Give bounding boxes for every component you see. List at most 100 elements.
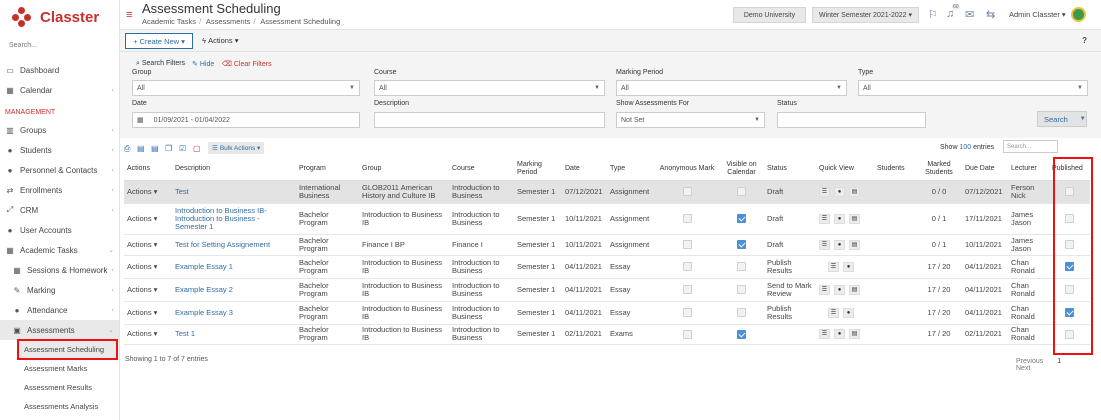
row-description-link[interactable]: Test <box>172 180 296 204</box>
breadcrumb-item[interactable]: Academic Tasks <box>142 17 196 26</box>
details-icon[interactable]: ▤ <box>849 186 860 197</box>
entries-count[interactable]: 100 <box>959 144 971 151</box>
page-1-button[interactable]: 1 <box>1057 358 1061 365</box>
sidebar-item-assessment-marks[interactable]: Assessment Marks <box>0 359 119 378</box>
row-actions-button[interactable]: Actions ▾ <box>124 278 172 302</box>
show-for-select[interactable]: Not Set ▼ <box>616 112 765 128</box>
anonymous-mark-checkbox[interactable] <box>682 285 692 294</box>
person-icon[interactable]: ● <box>834 329 845 339</box>
table-row[interactable]: Actions ▾ Example Essay 2 Bachelor Program… <box>124 278 1090 302</box>
sidebar-item-students[interactable]: ● Students ‹ <box>0 140 119 160</box>
next-page-button[interactable]: Next <box>1016 365 1030 372</box>
sidebar-item-assessments[interactable]: ▣ Assessments ⌄ <box>0 320 119 340</box>
table-row[interactable]: Actions ▾ Example Essay 1 Bachelor Program… <box>124 255 1090 279</box>
row-actions-button[interactable]: Actions ▾ <box>124 324 172 345</box>
sidebar-search-input[interactable]: Search... <box>6 42 113 54</box>
row-actions-button[interactable]: Actions ▾ <box>124 255 172 279</box>
details-icon[interactable]: ▤ <box>849 239 860 250</box>
row-description-link[interactable]: Example Essay 2 <box>172 278 296 302</box>
person-icon[interactable]: ● <box>834 284 845 295</box>
row-actions-button[interactable]: Actions ▾ <box>124 180 172 204</box>
person-icon[interactable]: ● <box>843 307 854 318</box>
sidebar-item-attendance[interactable]: ● Attendance ‹ <box>0 300 119 320</box>
row-description-link[interactable]: Example Essay 3 <box>172 301 296 325</box>
clear-filters-link[interactable]: ⌫ Clear Filters <box>222 60 272 68</box>
sidebar-item-dashboard[interactable]: ▭ Dashboard <box>0 60 119 80</box>
visible-on-calendar-checkbox[interactable] <box>737 187 746 196</box>
sidebar-item-sessions-homework[interactable]: ▦ Sessions & Homework ‹ <box>0 260 119 280</box>
column-header-group[interactable]: Group <box>359 158 449 181</box>
delete-icon[interactable]: ▢ <box>193 144 201 153</box>
row-actions-button[interactable]: Actions ▾ <box>124 234 172 256</box>
visible-on-calendar-checkbox[interactable] <box>737 240 746 249</box>
avatar[interactable] <box>1071 7 1086 22</box>
copy-icon[interactable]: ❐ <box>165 144 172 153</box>
row-description-link[interactable]: Test 1 <box>172 324 296 345</box>
sidebar-item-groups[interactable]: ▥ Groups ‹ <box>0 120 119 140</box>
print-icon[interactable]: ⎙ <box>124 144 130 154</box>
sidebar-item-assessments-analysis[interactable]: Assessments Analysis <box>0 397 119 416</box>
details-icon[interactable]: ▤ <box>849 329 860 339</box>
user-menu[interactable]: Admin Classter ▾ <box>1009 10 1066 19</box>
logo[interactable]: Classter <box>0 0 119 34</box>
column-header-type[interactable]: Type <box>607 158 655 181</box>
column-header-description[interactable]: Description <box>172 158 296 181</box>
visible-on-calendar-checkbox[interactable] <box>737 329 746 339</box>
list-view-icon[interactable]: ☰ <box>819 239 830 250</box>
description-input[interactable] <box>374 112 605 128</box>
sidebar-item-assessment-scheduling[interactable]: Assessment Scheduling <box>17 339 118 360</box>
table-row[interactable]: Actions ▾ Example Essay 3 Bachelor Program… <box>124 301 1090 325</box>
column-header-marked-students[interactable]: Marked Students <box>916 158 962 181</box>
sidebar-item-assessment-results[interactable]: Assessment Results <box>0 378 119 397</box>
list-view-icon[interactable]: ☰ <box>819 213 830 224</box>
visible-on-calendar-checkbox[interactable] <box>737 285 746 294</box>
details-icon[interactable]: ▤ <box>849 284 860 295</box>
excel-icon[interactable]: ▤ <box>151 144 159 153</box>
row-actions-button[interactable]: Actions ▾ <box>124 301 172 325</box>
csv-icon[interactable]: ▤ <box>137 144 145 153</box>
sidebar-item-academic-tasks[interactable]: ▦ Academic Tasks ⌄ <box>0 240 119 260</box>
column-header-actions[interactable]: Actions <box>124 158 172 181</box>
mail-icon[interactable]: ✉ <box>965 8 974 21</box>
anonymous-mark-checkbox[interactable] <box>682 240 692 249</box>
column-header-students[interactable]: Students <box>874 158 916 181</box>
table-row[interactable]: Actions ▾ Test International Business GLOB2… <box>124 180 1090 204</box>
date-range-input[interactable]: ▦ 01/09/2021 - 01/04/2022 <box>132 112 360 128</box>
column-header-quick-view[interactable]: Quick View <box>816 158 874 181</box>
list-view-icon[interactable]: ☰ <box>828 261 839 272</box>
search-button[interactable]: Search ▼ <box>1037 111 1087 127</box>
hide-filters-link[interactable]: ✎ Hide <box>192 60 214 68</box>
details-icon[interactable]: ▤ <box>849 213 860 224</box>
list-view-icon[interactable]: ☰ <box>819 186 830 197</box>
column-header-date[interactable]: Date <box>562 158 607 181</box>
type-select[interactable]: All ▼ <box>858 80 1088 96</box>
list-view-icon[interactable]: ☰ <box>828 307 839 318</box>
visible-on-calendar-checkbox[interactable] <box>737 214 746 223</box>
anonymous-mark-checkbox[interactable] <box>682 262 692 271</box>
sidebar-item-user-accounts[interactable]: ● User Accounts <box>0 220 119 240</box>
person-icon[interactable]: ● <box>834 186 845 197</box>
marking-period-select[interactable]: All ▼ <box>616 80 847 96</box>
anonymous-mark-checkbox[interactable] <box>682 187 692 196</box>
visible-on-calendar-checkbox[interactable] <box>737 262 746 271</box>
column-header-program[interactable]: Program <box>296 158 359 181</box>
table-row[interactable]: Actions ▾ Test 1 Bachelor Program Introduct… <box>124 324 1090 345</box>
flag-icon[interactable]: ⚐ <box>928 8 938 21</box>
person-icon[interactable]: ● <box>834 213 845 224</box>
list-view-icon[interactable]: ☰ <box>819 329 830 339</box>
breadcrumb-item[interactable]: Assessments <box>206 17 251 26</box>
group-select[interactable]: All ▼ <box>132 80 360 96</box>
column-header-due-date[interactable]: Due Date <box>962 158 1008 181</box>
column-header-status[interactable]: Status <box>764 158 816 181</box>
sidebar-item-marking[interactable]: ✎ Marking ‹ <box>0 280 119 300</box>
person-icon[interactable]: ● <box>834 239 845 250</box>
row-description-link[interactable]: Test for Setting Assignement <box>172 234 296 256</box>
visible-on-calendar-checkbox[interactable] <box>737 308 746 317</box>
table-row[interactable]: Actions ▾ Test for Setting Assignement Bac… <box>124 234 1090 256</box>
column-header-course[interactable]: Course <box>449 158 514 181</box>
row-description-link[interactable]: Introduction to Business IB- Introductio… <box>172 203 296 235</box>
anonymous-mark-checkbox[interactable] <box>682 308 692 317</box>
anonymous-mark-checkbox[interactable] <box>682 329 692 339</box>
table-search-input[interactable]: Search... <box>1003 140 1058 153</box>
table-row[interactable]: Actions ▾ Introduction to Business IB- In… <box>124 203 1090 235</box>
